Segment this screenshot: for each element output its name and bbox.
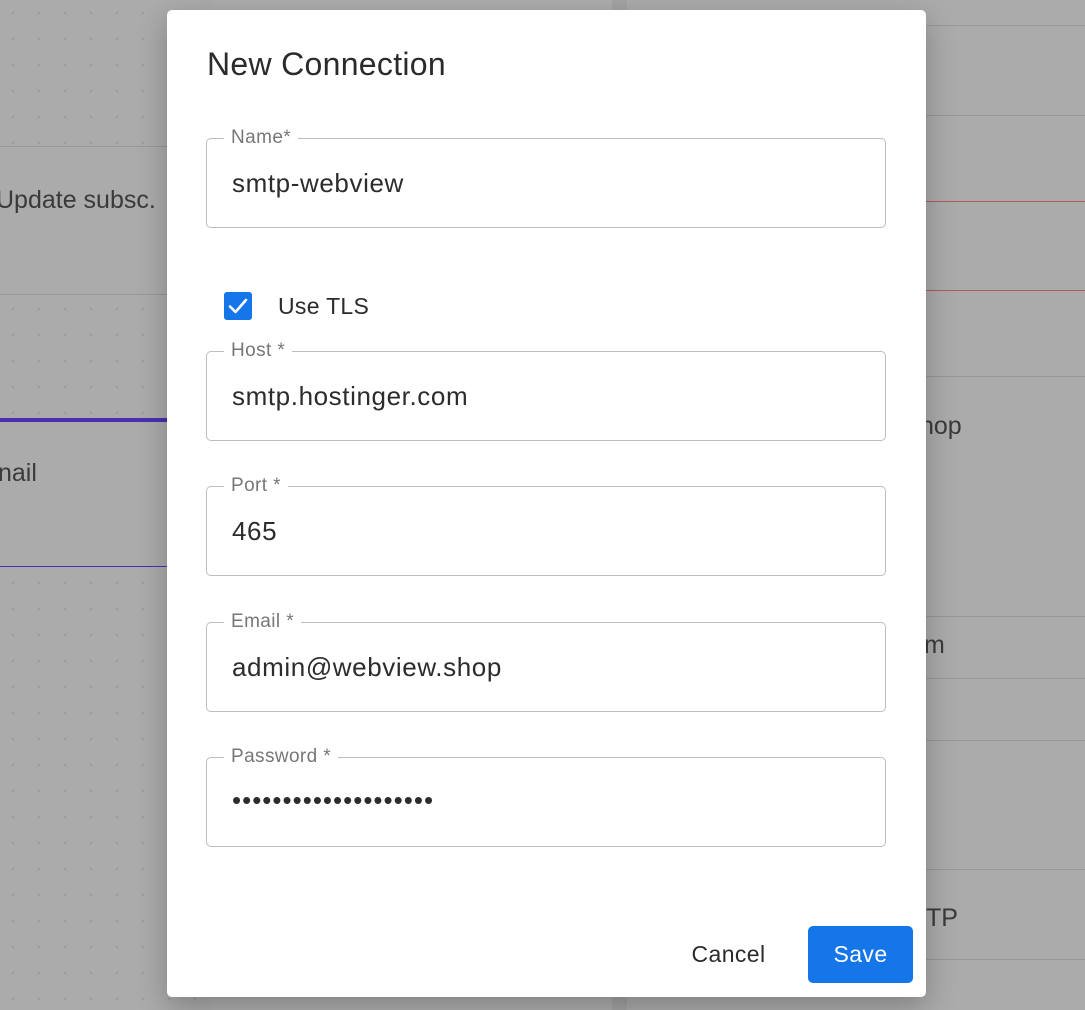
name-input[interactable]: smtp-webview: [232, 168, 404, 199]
use-tls-label[interactable]: Use TLS: [278, 293, 369, 320]
name-field[interactable]: Name* smtp-webview: [206, 128, 886, 228]
email-field[interactable]: Email * admin@webview.shop: [206, 612, 886, 712]
use-tls-checkbox[interactable]: [224, 292, 252, 320]
port-field-outline: [206, 486, 886, 576]
password-field-label: Password *: [224, 747, 339, 767]
port-field-label: Port *: [224, 476, 288, 496]
name-field-label: Name*: [224, 128, 299, 148]
email-field-label: Email *: [224, 612, 301, 632]
save-button[interactable]: Save: [808, 926, 913, 983]
port-input[interactable]: 465: [232, 516, 277, 547]
cancel-button[interactable]: Cancel: [672, 926, 785, 982]
dialog-title: New Connection: [207, 46, 446, 82]
checkmark-icon: [228, 298, 248, 314]
host-field[interactable]: Host * smtp.hostinger.com: [206, 341, 886, 441]
password-input[interactable]: ••••••••••••••••••••: [232, 785, 434, 816]
host-input[interactable]: smtp.hostinger.com: [232, 381, 468, 412]
new-connection-dialog: New Connection Name* smtp-webview Use TL…: [167, 10, 926, 997]
email-input[interactable]: admin@webview.shop: [232, 652, 502, 683]
host-field-label: Host *: [224, 341, 293, 361]
password-field[interactable]: Password * ••••••••••••••••••••: [206, 747, 886, 847]
port-field[interactable]: Port * 465: [206, 476, 886, 576]
